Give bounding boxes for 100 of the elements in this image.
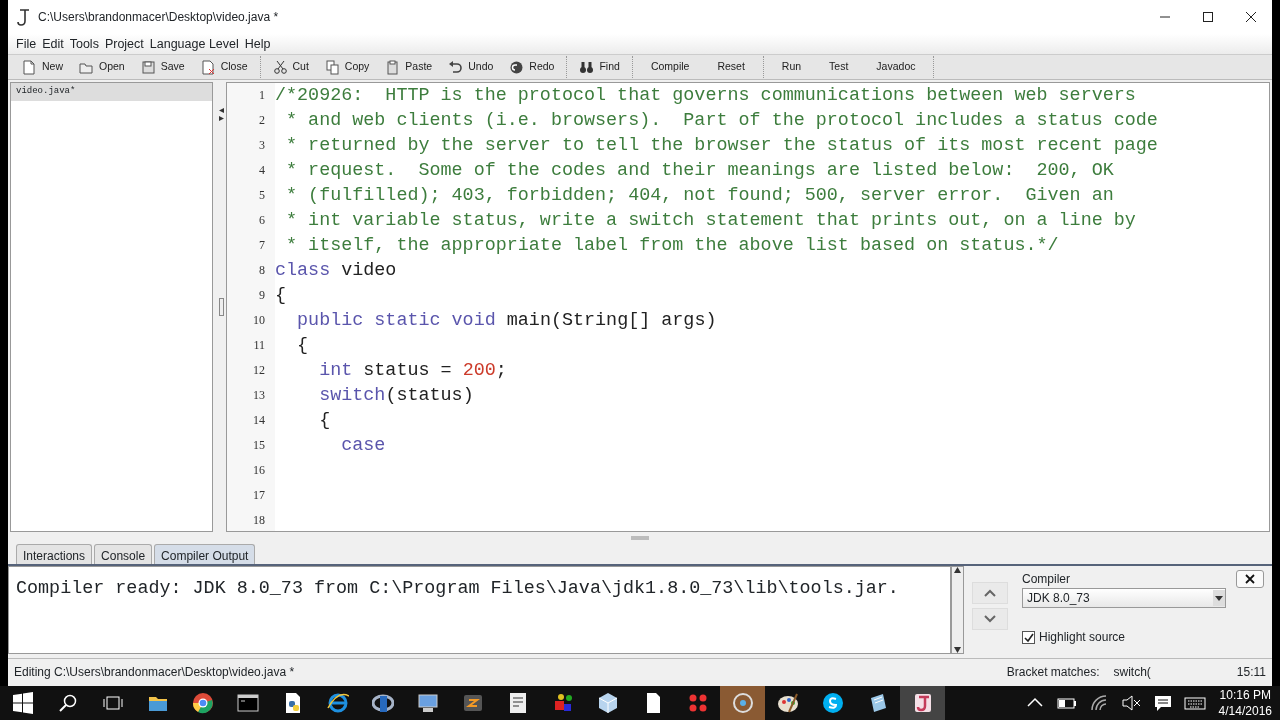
volume-muted-icon[interactable] bbox=[1119, 692, 1142, 714]
window-title: C:\Users\brandonmacer\Desktop\video.java * bbox=[38, 9, 279, 26]
scroll-down-icon[interactable] bbox=[954, 647, 961, 653]
toolbar-button[interactable]: Compile bbox=[636, 57, 704, 77]
disc-icon[interactable] bbox=[731, 692, 754, 714]
code-editor[interactable] bbox=[226, 82, 1270, 532]
undo-icon bbox=[448, 59, 464, 75]
code-line: * itself, the appropriate label from the above list based on status.*/ bbox=[285, 234, 1060, 258]
code-line: { bbox=[275, 284, 288, 308]
menu-item[interactable]: File bbox=[16, 34, 37, 54]
chrome-icon[interactable] bbox=[191, 692, 214, 714]
clipboard-icon bbox=[385, 59, 401, 75]
bracket-match-text: switch( bbox=[1113, 663, 1151, 681]
line-number: 17 bbox=[252, 487, 266, 504]
code-line: { bbox=[318, 409, 332, 433]
chat-bubble-icon[interactable] bbox=[821, 692, 844, 714]
globe-ring-icon[interactable] bbox=[326, 692, 349, 714]
ring-logo-icon[interactable] bbox=[371, 692, 394, 714]
toolbar-button[interactable]: Test bbox=[815, 57, 863, 77]
clock-date[interactable]: 4/14/2016 bbox=[1218, 703, 1272, 719]
line-number: 8 bbox=[258, 262, 266, 279]
new-file-icon bbox=[22, 59, 37, 75]
toolbar-button[interactable]: Run bbox=[767, 57, 816, 77]
line-number: 12 bbox=[252, 362, 266, 379]
status-text: Editing C:\Users\brandonmacer\Desktop\video.java * bbox=[14, 663, 295, 681]
cube-icon[interactable] bbox=[596, 692, 619, 714]
compiler-output: Compiler ready: JDK 8.0_73 from C:\Program Files\Java\jdk1.8.0_73\lib\tools.jar. bbox=[8, 566, 951, 654]
toolbar-button[interactable]: Copy bbox=[316, 57, 378, 77]
code-line: * request. Some of the codes and their meanings are listed below: 200, OK bbox=[285, 159, 1115, 183]
palette-icon[interactable] bbox=[776, 692, 799, 714]
toolbar-button[interactable]: Close bbox=[192, 57, 256, 77]
line-number: 3 bbox=[258, 137, 266, 154]
close-icon bbox=[1245, 574, 1255, 584]
menu-item[interactable]: Tools bbox=[69, 34, 99, 54]
chevron-up-icon bbox=[984, 589, 996, 597]
scrollbar[interactable] bbox=[951, 566, 964, 654]
code-line: class video bbox=[275, 259, 398, 283]
terminal-icon[interactable] bbox=[236, 692, 259, 714]
code-line: case bbox=[340, 434, 387, 458]
menu-item[interactable]: Help bbox=[244, 34, 271, 54]
previous-button[interactable] bbox=[972, 582, 1008, 604]
code-line: * (fulfilled); 403, forbidden; 404, not found; 500, server error. Given an bbox=[285, 184, 1115, 208]
toolbar-button[interactable]: New bbox=[14, 57, 71, 77]
line-number: 7 bbox=[258, 237, 266, 254]
scroll-up-icon[interactable] bbox=[954, 567, 961, 573]
bracket-label: Bracket matches: bbox=[1006, 663, 1100, 681]
computer-icon[interactable] bbox=[416, 692, 439, 714]
next-button[interactable] bbox=[972, 608, 1008, 630]
line-number: 15 bbox=[252, 437, 266, 454]
toolbar-button[interactable]: Undo bbox=[440, 57, 502, 77]
toolbar-button[interactable]: Reset bbox=[703, 57, 759, 77]
splitter-handle-icon[interactable] bbox=[218, 298, 224, 316]
binoculars-icon bbox=[579, 59, 595, 75]
code-line: * and web clients (i.e. browsers). Part of the protocol includes a status code bbox=[285, 109, 1159, 133]
line-number: 1 bbox=[258, 87, 266, 104]
menu-item[interactable]: Edit bbox=[42, 34, 64, 54]
compiler-dropdown[interactable]: JDK 8.0_73 bbox=[1022, 588, 1226, 608]
line-number: 10 bbox=[252, 312, 266, 329]
code-line: { bbox=[296, 334, 310, 358]
collapse-arrows-icon[interactable] bbox=[218, 108, 224, 122]
document-item[interactable]: video.java* bbox=[11, 83, 212, 101]
toolbar-button[interactable]: Paste bbox=[377, 57, 441, 77]
checkbox-label: Highlight source bbox=[1039, 629, 1126, 646]
compiler-label: Compiler bbox=[1022, 571, 1071, 588]
maximize-icon[interactable] bbox=[1202, 12, 1213, 22]
toolbar-button[interactable]: Redo bbox=[501, 57, 563, 77]
panel-tab[interactable]: Compiler Output bbox=[154, 544, 256, 564]
line-number: 13 bbox=[252, 387, 266, 404]
toolbar-button[interactable]: Find bbox=[571, 57, 628, 77]
chevron-down-icon bbox=[984, 615, 996, 623]
code-line: * returned by the server to tell the browser the status of its most recent page bbox=[285, 134, 1159, 158]
line-number: 16 bbox=[252, 462, 266, 479]
menu-item[interactable]: Language Level bbox=[149, 34, 239, 54]
clock-time[interactable]: 10:16 PM bbox=[1218, 687, 1272, 703]
toolbar-button[interactable]: Cut bbox=[264, 57, 317, 77]
code-line: int status = 200; bbox=[318, 359, 508, 383]
checkbox[interactable] bbox=[1022, 630, 1035, 644]
toolbar-button[interactable]: Save bbox=[132, 57, 193, 77]
menu-item[interactable]: Project bbox=[104, 34, 144, 54]
line-number: 14 bbox=[252, 412, 266, 429]
code-line: public static void main(String[] args) bbox=[296, 309, 718, 333]
code-line: /*20926: HTTP is the protocol that governs communications between web servers bbox=[275, 84, 1137, 108]
cursor-position: 15:11 bbox=[1236, 663, 1266, 681]
copy-icon bbox=[324, 59, 340, 75]
line-number: 11 bbox=[252, 337, 266, 354]
close-icon[interactable] bbox=[1245, 12, 1256, 22]
redo-icon bbox=[509, 59, 525, 75]
panel-tab[interactable]: Console bbox=[94, 544, 153, 564]
close-button[interactable] bbox=[1236, 570, 1264, 588]
line-number: 4 bbox=[258, 162, 266, 179]
line-number: 6 bbox=[258, 212, 266, 229]
toolbar-button[interactable]: Javadoc bbox=[862, 57, 930, 77]
app-logo-icon bbox=[16, 8, 30, 26]
splitter-handle-icon[interactable] bbox=[631, 536, 649, 540]
line-number: 5 bbox=[258, 187, 266, 204]
code-line: * int variable status, write a switch statement that prints out, on a line by bbox=[285, 209, 1137, 233]
line-number: 18 bbox=[252, 512, 266, 529]
toolbar-button[interactable]: Open bbox=[71, 57, 133, 77]
start-icon[interactable] bbox=[11, 692, 34, 714]
panel-tab[interactable]: Interactions bbox=[16, 544, 93, 564]
